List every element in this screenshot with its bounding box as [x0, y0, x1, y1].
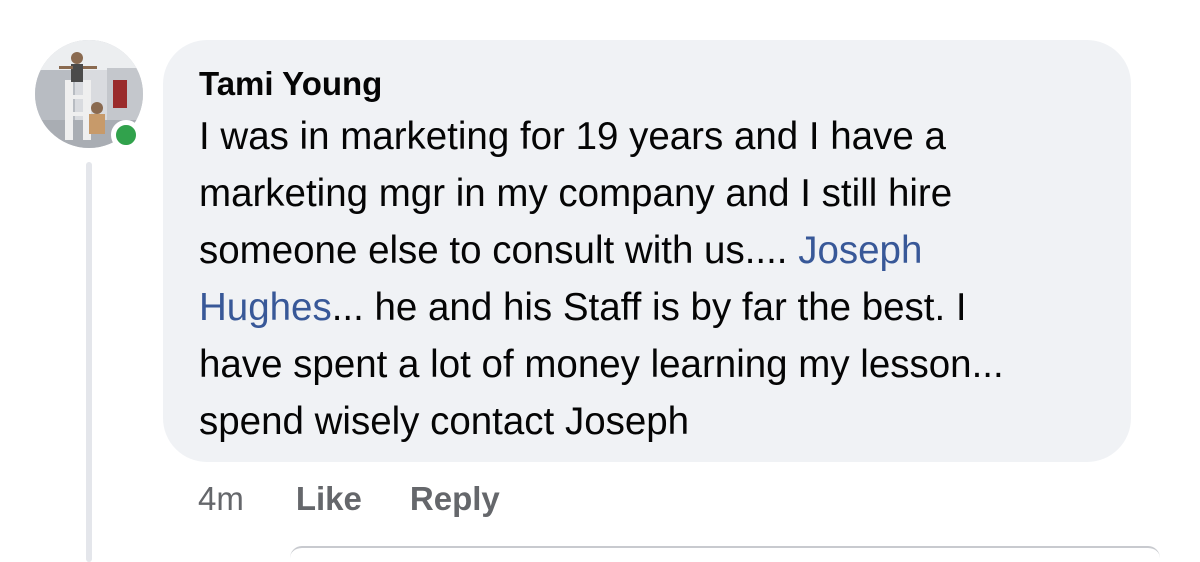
next-reply-box-edge: [290, 546, 1160, 558]
comment-timestamp[interactable]: 4m: [198, 480, 244, 518]
comment-text-segment: I was in marketing for 19 years and I ha…: [199, 115, 946, 158]
mention-link[interactable]: Hughes: [199, 286, 332, 329]
reply-button[interactable]: Reply: [410, 480, 500, 518]
comment-text-segment: have spent a lot of money learning my le…: [199, 343, 1004, 386]
comment-text-segment: spend wisely contact Joseph: [199, 400, 690, 443]
comment-text-segment: ... he and his Staff is by far the best.…: [331, 286, 967, 329]
comment-bubble: Tami Young I was in marketing for 19 yea…: [163, 40, 1131, 462]
mention-link[interactable]: Joseph: [798, 229, 922, 272]
comment-author[interactable]: Tami Young: [199, 62, 1095, 106]
comment-text-segment: marketing mgr in my company and I still …: [199, 172, 953, 215]
comment-text-line: have spent a lot of money learning my le…: [199, 336, 1095, 393]
comment-text-line: Hughes... he and his Staff is by far the…: [199, 279, 1095, 336]
reply-thread-line: [86, 162, 92, 562]
comment-text-line: marketing mgr in my company and I still …: [199, 165, 1095, 222]
comment-text: I was in marketing for 19 years and I ha…: [199, 108, 1095, 450]
comment-text-segment: someone else to consult with us....: [199, 229, 799, 272]
comment-actions: 4m Like Reply: [198, 474, 548, 524]
comment-text-line: someone else to consult with us.... Jose…: [199, 222, 1095, 279]
comment-text-line: spend wisely contact Joseph: [199, 393, 1095, 450]
like-button[interactable]: Like: [296, 480, 362, 518]
comment-text-line: I was in marketing for 19 years and I ha…: [199, 108, 1095, 165]
author-avatar[interactable]: [35, 40, 145, 150]
online-status-dot: [111, 120, 141, 150]
